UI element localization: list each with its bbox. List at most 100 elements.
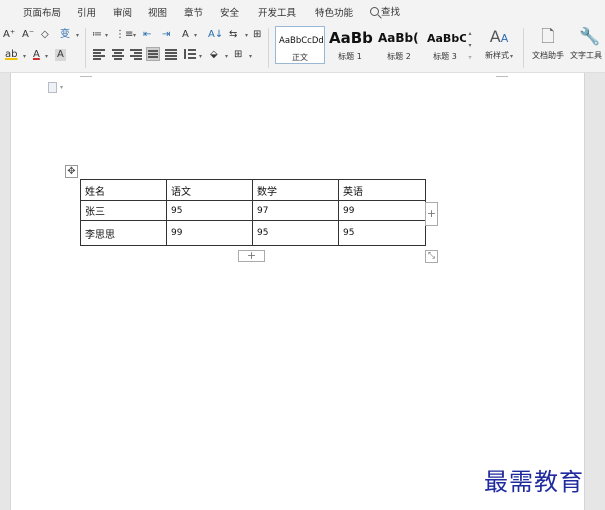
tab-developer[interactable]: 开发工具	[258, 5, 296, 19]
chevron-down-icon[interactable]: ▾	[76, 32, 79, 39]
table-resize-handle[interactable]: ⤡	[425, 250, 438, 263]
add-column-button[interactable]: +	[425, 202, 438, 226]
style-heading-1[interactable]: AaBb 标题 1	[326, 26, 374, 64]
chevron-down-icon[interactable]: ▾	[249, 53, 252, 60]
tab-stops-button[interactable]: ⇆	[229, 29, 237, 41]
text-direction-button[interactable]: A	[182, 29, 189, 41]
chevron-up-icon[interactable]: ▴	[466, 28, 474, 40]
divider	[268, 28, 269, 68]
header-cell[interactable]: 英语	[338, 179, 426, 201]
header-cell[interactable]: 姓名	[80, 179, 167, 201]
style-label: 标题 3	[433, 52, 457, 61]
table-cell[interactable]: 95	[338, 220, 426, 246]
doc-helper-label: 文档助手	[532, 51, 564, 60]
table-row: 李思思 99 95 95	[80, 220, 426, 246]
borders-button[interactable]: ⊞	[234, 49, 242, 61]
score-table[interactable]: 姓名 语文 数学 英语 张三 95 97 99 李思思 99 95 95	[80, 179, 426, 246]
margin-corner-mark	[80, 76, 92, 77]
new-style-button[interactable]: AA 新样式▾	[477, 26, 521, 68]
style-heading-3[interactable]: AaBbC( 标题 3	[424, 26, 466, 64]
tab-security[interactable]: 安全	[220, 5, 239, 19]
chevron-down-icon[interactable]: ▾	[105, 32, 108, 39]
text-tools-button[interactable]: 🔧 文字工具	[570, 26, 605, 68]
search-button[interactable]: 查找	[370, 4, 400, 18]
tab-chapter[interactable]: 章节	[184, 5, 203, 19]
styles-scroll[interactable]: ▴ ▾ ▿	[466, 28, 474, 64]
document-page[interactable]	[10, 73, 585, 510]
watermark-logo: 最需教育	[484, 468, 584, 496]
style-label: 正文	[292, 53, 308, 62]
chevron-down-icon[interactable]: ▾	[225, 53, 228, 60]
header-cell[interactable]: 语文	[166, 179, 253, 201]
table-cell[interactable]: 97	[252, 200, 339, 221]
shading-button[interactable]: ⬙	[210, 49, 218, 61]
new-style-label: 新样式	[484, 51, 509, 60]
align-left-icon[interactable]	[93, 49, 105, 60]
paragraph-options-icon[interactable]	[48, 82, 57, 93]
doc-helper-button[interactable]: 🗋 文档助手	[526, 26, 570, 68]
bullets-button[interactable]: ≔	[92, 29, 102, 41]
chevron-down-icon[interactable]: ▾	[45, 53, 48, 60]
tab-features[interactable]: 特色功能	[315, 5, 353, 19]
justify-icon[interactable]	[146, 47, 160, 61]
chevron-down-icon[interactable]: ▾	[466, 40, 474, 52]
tab-references[interactable]: 引用	[77, 5, 96, 19]
table-cell[interactable]: 李思思	[80, 220, 167, 246]
text-tools-label: 文字工具	[570, 51, 602, 60]
expand-icon[interactable]: ▿	[466, 52, 474, 64]
table-cell[interactable]: 95	[252, 220, 339, 246]
decrease-indent-button[interactable]: ⇤	[143, 29, 151, 41]
wrench-icon: 🔧	[579, 27, 601, 47]
table-move-handle[interactable]: ✥	[65, 165, 78, 178]
table-cell[interactable]: 99	[338, 200, 426, 221]
style-heading-2[interactable]: AaBb( 标题 2	[375, 26, 423, 64]
increase-indent-button[interactable]: ⇥	[162, 29, 170, 41]
styles-gallery: AaBbCcDd 正文 AaBb 标题 1 AaBb( 标题 2 AaBbC( …	[275, 26, 475, 66]
document-canvas[interactable]	[0, 73, 605, 510]
align-right-icon[interactable]	[130, 49, 142, 60]
table-header-row: 姓名 语文 数学 英语	[80, 179, 426, 201]
table-cell[interactable]: 95	[166, 200, 253, 221]
distribute-icon[interactable]	[165, 49, 177, 60]
style-normal[interactable]: AaBbCcDd 正文	[275, 26, 325, 64]
tab-page-layout[interactable]: 页面布局	[23, 5, 61, 19]
table-cell[interactable]: 张三	[80, 200, 167, 221]
clear-format-button[interactable]: ◇	[41, 29, 49, 41]
search-label: 查找	[381, 7, 401, 18]
align-center-icon[interactable]	[112, 49, 124, 60]
chevron-down-icon[interactable]: ▾	[510, 53, 513, 60]
style-label: 标题 2	[387, 52, 411, 61]
line-spacing-icon[interactable]	[184, 49, 196, 59]
style-preview: AaBbCcDd	[279, 36, 324, 46]
menu-bar: 页面布局 引用 审阅 视图 章节 安全 开发工具 特色功能 查找	[0, 0, 605, 24]
divider	[85, 28, 86, 68]
table-cell[interactable]: 99	[166, 220, 253, 246]
chevron-down-icon[interactable]: ▾	[245, 32, 248, 39]
highlight-button[interactable]: ab	[5, 49, 17, 61]
chevron-down-icon[interactable]: ▾	[60, 84, 63, 91]
chevron-down-icon[interactable]: ▾	[199, 53, 202, 60]
font-grow-button[interactable]: A⁺	[3, 29, 15, 41]
document-helper-icon: 🗋	[541, 27, 555, 47]
chevron-down-icon[interactable]: ▾	[194, 32, 197, 39]
insert-table-button[interactable]: ⊞	[253, 29, 261, 41]
tab-view[interactable]: 视图	[148, 5, 167, 19]
ribbon: A⁺ A⁻ ◇ 变 ▾ ab ▾ A ▾ A ≔ ▾ ⋮≡ ▾ ⇤ ⇥ A ▾ …	[0, 24, 605, 73]
sort-button[interactable]: A↓	[208, 29, 223, 41]
margin-corner-mark	[496, 76, 508, 77]
char-shading-button[interactable]: A	[55, 49, 66, 61]
header-cell[interactable]: 数学	[252, 179, 339, 201]
style-label: 标题 1	[338, 52, 362, 61]
numbering-button[interactable]: ⋮≡	[115, 29, 133, 41]
font-color-button[interactable]: A	[33, 49, 40, 61]
font-shrink-button[interactable]: A⁻	[22, 29, 34, 41]
table-row: 张三 95 97 99	[80, 200, 426, 221]
chevron-down-icon[interactable]: ▾	[23, 53, 26, 60]
add-row-button[interactable]: +	[238, 250, 265, 262]
divider	[523, 28, 524, 68]
style-preview: AaBb	[329, 29, 373, 47]
phonetic-guide-button[interactable]: 变	[60, 29, 70, 41]
tab-review[interactable]: 审阅	[113, 5, 132, 19]
chevron-down-icon[interactable]: ▾	[133, 32, 136, 39]
search-icon	[370, 7, 379, 16]
